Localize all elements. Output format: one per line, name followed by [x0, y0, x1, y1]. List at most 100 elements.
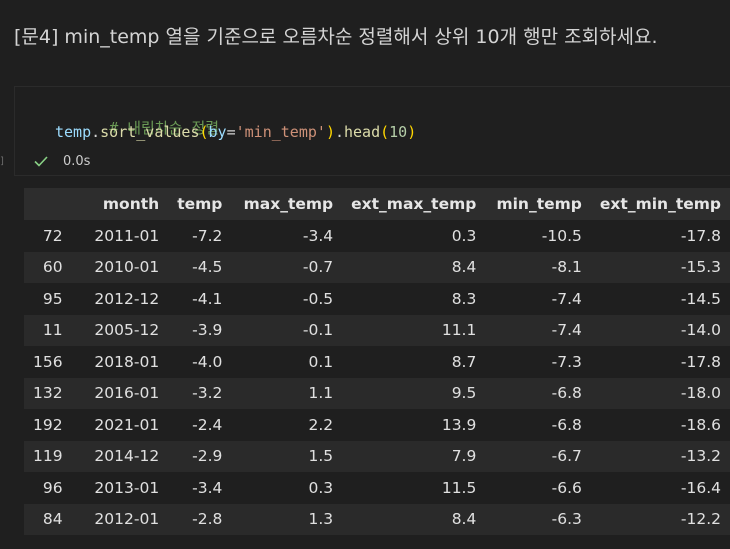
cell-temp: -2.8	[192, 510, 223, 529]
cell-temp: -4.1	[192, 289, 223, 308]
execution-time: 0.0s	[63, 153, 91, 169]
markdown-cell[interactable]: [문4] min_temp 열을 기준으로 오름차순 정렬해서 상위 10개 행…	[0, 0, 730, 70]
cell-min-temp: -7.4	[551, 321, 582, 340]
table-row: 72 2011-01 -7.2 -3.4 0.3 -10.5 -17.8	[24, 220, 730, 252]
table-row: 60 2010-01 -4.5 -0.7 8.4 -8.1 -15.3	[24, 251, 730, 283]
column-header-temp: temp	[177, 195, 223, 213]
code-var: temp	[55, 123, 92, 141]
row-index: 84	[42, 510, 63, 529]
cell-ext-min-temp: -14.0	[680, 321, 721, 340]
code-paren-open-2: (	[380, 123, 390, 141]
table-row: 156 2018-01 -4.0 0.1 8.7 -7.3 -17.8	[24, 346, 730, 378]
row-index: 60	[42, 258, 63, 277]
code-method-sort: sort_values	[100, 123, 200, 141]
cell-min-temp: -7.3	[551, 352, 582, 371]
column-header-month: month	[102, 195, 160, 213]
cell-min-temp: -6.6	[551, 478, 582, 497]
cell-month: 2021-01	[94, 415, 160, 434]
code-string: 'min_temp'	[235, 123, 326, 141]
cell-ext-max-temp: 13.9	[441, 415, 477, 434]
cell-min-temp: -6.8	[551, 415, 582, 434]
cell-ext-max-temp: 7.9	[451, 447, 477, 466]
cell-max-temp: -0.1	[302, 321, 334, 340]
cell-ext-max-temp: 8.3	[451, 289, 477, 308]
cell-max-temp: -3.4	[302, 226, 334, 245]
cell-month: 2014-12	[94, 447, 160, 466]
column-header-min-temp: min_temp	[496, 195, 582, 213]
cell-temp: -7.2	[192, 226, 223, 245]
code-paren-open-1: (	[199, 123, 209, 141]
cell-ext-max-temp: 0.3	[451, 226, 477, 245]
cell-temp: -3.2	[192, 384, 223, 403]
cell-ext-max-temp: 11.5	[441, 478, 477, 497]
cell-ext-min-temp: -17.8	[680, 226, 721, 245]
cell-min-temp: -6.7	[551, 447, 582, 466]
code-dot-2: .	[334, 123, 344, 141]
table-header-row: month temp max_temp ext_max_temp min_tem…	[24, 188, 730, 220]
cell-month: 2005-12	[94, 321, 160, 340]
code-paren-close-2: )	[407, 123, 417, 141]
row-index: 119	[33, 447, 63, 466]
code-editor[interactable]: # 내림차순 정렬 temp.sort_values(by='min_temp'…	[15, 87, 730, 145]
cell-min-temp: -7.4	[551, 289, 582, 308]
cell-min-temp: -6.3	[551, 510, 582, 529]
cell-max-temp: -0.7	[302, 258, 334, 277]
cell-max-temp: 1.3	[308, 510, 334, 529]
table-row: 11 2005-12 -3.9 -0.1 11.1 -7.4 -14.0	[24, 314, 730, 346]
cell-min-temp: -10.5	[541, 226, 582, 245]
cell-ext-max-temp: 8.4	[451, 258, 477, 277]
dataframe-table: month temp max_temp ext_max_temp min_tem…	[24, 188, 730, 535]
cell-month: 2011-01	[94, 226, 160, 245]
code-number: 10	[389, 123, 408, 141]
table-row: 96 2013-01 -3.4 0.3 11.5 -6.6 -16.4	[24, 472, 730, 504]
cell-ext-max-temp: 8.4	[451, 510, 477, 529]
cell-temp: -3.9	[192, 321, 223, 340]
cell-max-temp: 0.3	[308, 478, 334, 497]
code-cell[interactable]: # 내림차순 정렬 temp.sort_values(by='min_temp'…	[14, 86, 730, 176]
cell-ext-min-temp: -17.8	[680, 352, 721, 371]
cell-month: 2012-12	[94, 289, 160, 308]
cell-ext-min-temp: -18.0	[680, 384, 721, 403]
cell-month: 2012-01	[94, 510, 160, 529]
cell-ext-max-temp: 8.7	[451, 352, 477, 371]
row-index: 192	[33, 415, 63, 434]
cell-ext-max-temp: 9.5	[451, 384, 477, 403]
cell-max-temp: 0.1	[308, 352, 334, 371]
cell-temp: -4.0	[192, 352, 223, 371]
row-index: 72	[42, 226, 63, 245]
row-index: 95	[42, 289, 63, 308]
table-row: 95 2012-12 -4.1 -0.5 8.3 -7.4 -14.5	[24, 283, 730, 315]
prompt-text: [문4] min_temp 열을 기준으로 오름차순 정렬해서 상위 10개 행…	[14, 26, 658, 48]
execution-status: 0.0s	[33, 151, 90, 171]
cell-month: 2010-01	[94, 258, 160, 277]
cell-ext-min-temp: -15.3	[680, 258, 721, 277]
cell-temp: -4.5	[192, 258, 223, 277]
column-header-max-temp: max_temp	[243, 195, 334, 213]
cell-month: 2018-01	[94, 352, 160, 371]
code-dot-1: .	[91, 123, 101, 141]
cell-max-temp: 2.2	[308, 415, 334, 434]
row-index: 11	[42, 321, 63, 340]
output-area: month temp max_temp ext_max_temp min_tem…	[24, 188, 730, 535]
cell-marker: ]	[0, 156, 4, 167]
cell-month: 2013-01	[94, 478, 160, 497]
code-param: by	[208, 123, 227, 141]
column-header-ext-max-temp: ext_max_temp	[351, 195, 477, 213]
cell-min-temp: -6.8	[551, 384, 582, 403]
table-row: 192 2021-01 -2.4 2.2 13.9 -6.8 -18.6	[24, 409, 730, 441]
table-row: 84 2012-01 -2.8 1.3 8.4 -6.3 -12.2	[24, 503, 730, 535]
cell-ext-min-temp: -18.6	[680, 415, 721, 434]
table-row: 132 2016-01 -3.2 1.1 9.5 -6.8 -18.0	[24, 377, 730, 409]
row-index: 96	[42, 478, 63, 497]
code-eq: =	[226, 123, 236, 141]
column-header-index	[24, 188, 72, 220]
cell-ext-min-temp: -14.5	[680, 289, 721, 308]
cell-max-temp: 1.1	[308, 384, 334, 403]
cell-temp: -2.9	[192, 447, 223, 466]
cell-month: 2016-01	[94, 384, 160, 403]
cell-ext-min-temp: -12.2	[680, 510, 721, 529]
row-index: 132	[33, 384, 63, 403]
code-method-head: head	[344, 123, 381, 141]
table-row: 119 2014-12 -2.9 1.5 7.9 -6.7 -13.2	[24, 440, 730, 472]
column-header-ext-min-temp: ext_min_temp	[599, 195, 721, 213]
